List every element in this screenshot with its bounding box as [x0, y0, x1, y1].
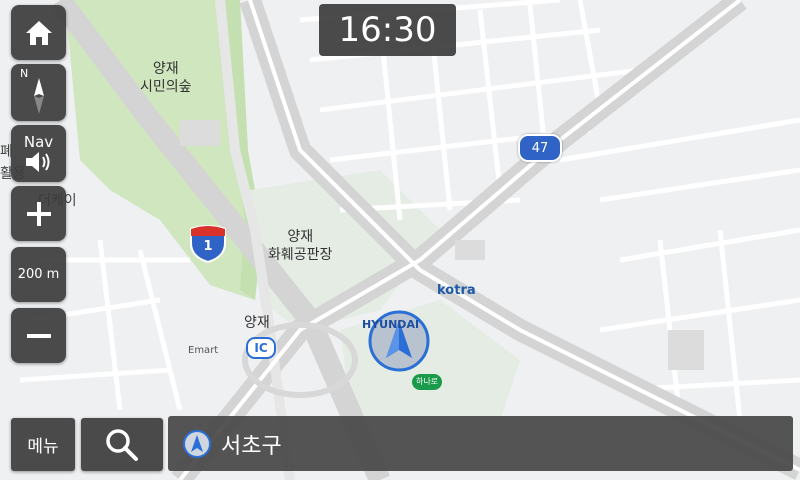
vehicle-brand-label: HYUNDAI — [362, 318, 420, 331]
clock: 16:30 — [319, 4, 456, 56]
current-location-name: 서초구 — [221, 433, 282, 459]
menu-button[interactable]: 메뉴 — [11, 418, 75, 471]
map-label-kotra: kotra — [437, 283, 476, 298]
route-shield-47: 47 — [518, 134, 562, 162]
map-label-flower-market: 양재 화훼공판장 — [268, 229, 333, 263]
home-icon — [25, 20, 52, 45]
map-label-emart: Emart — [188, 345, 219, 356]
nav-volume-label: Nav — [23, 132, 54, 151]
zoom-out-button[interactable] — [11, 308, 66, 363]
location-arrow-icon — [183, 429, 211, 458]
zoom-in-button[interactable] — [11, 186, 66, 241]
compass-button[interactable]: N — [11, 64, 66, 121]
plus-icon — [26, 201, 51, 226]
compass-icon — [33, 77, 44, 114]
minus-icon — [26, 333, 51, 338]
home-button[interactable] — [11, 5, 66, 60]
search-icon — [106, 428, 138, 461]
map-label-hanaro: 하나로 — [412, 374, 442, 390]
nav-volume-button[interactable]: Nav — [11, 125, 66, 182]
compass-north-label: N — [20, 67, 29, 80]
map-scale-indicator[interactable]: 200 m — [11, 247, 66, 302]
map-label-yangjae: 양재 — [244, 315, 270, 331]
map-label-park: 양재 시민의숲 — [140, 61, 192, 95]
navigation-screen: 양재 시민의숲 양재 화훼공판장 양재 IC kotra Emart 폐 활용 … — [0, 0, 800, 480]
current-location-bar[interactable]: 서초구 — [168, 416, 793, 471]
vehicle-position-marker: HYUNDAI — [362, 310, 430, 372]
map-view[interactable] — [0, 0, 800, 480]
route-shield-1: 1 — [188, 225, 228, 263]
speaker-icon — [25, 151, 49, 172]
ic-badge: IC — [246, 337, 276, 359]
search-button[interactable] — [81, 418, 163, 471]
